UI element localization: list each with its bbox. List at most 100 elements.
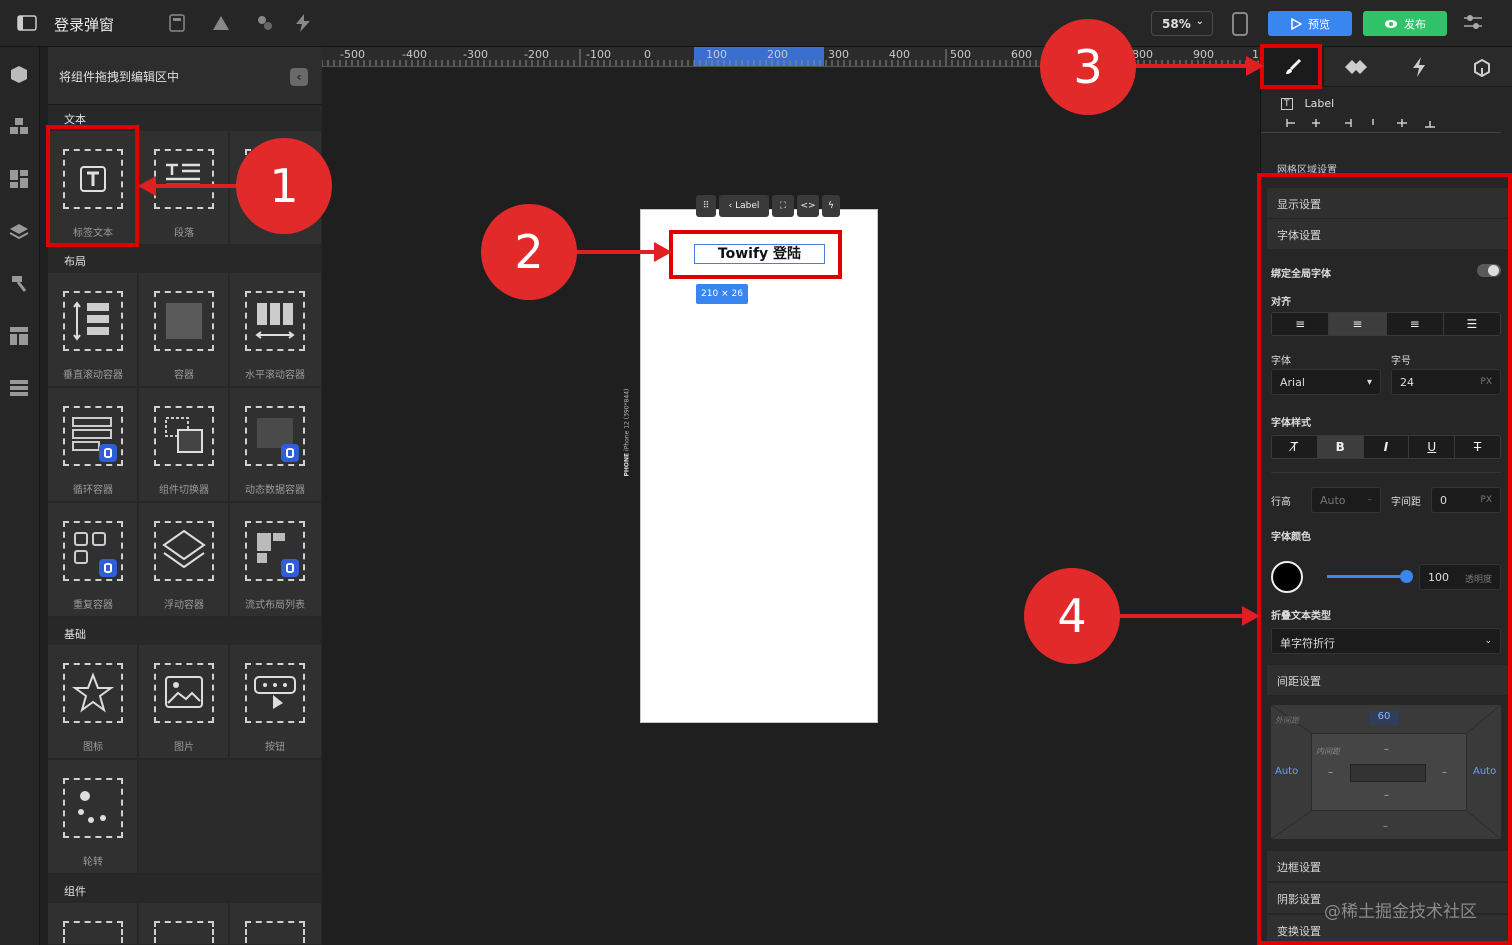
phone-frame[interactable] — [640, 209, 878, 723]
tile-label: 动态数据容器 — [245, 485, 305, 496]
selection-size-badge: 210 × 26 — [696, 284, 748, 304]
tile-carousel[interactable]: 轮转 — [48, 760, 138, 874]
ruler-tick-label: -300 — [463, 48, 488, 61]
paragraph-icon — [154, 149, 214, 209]
tile-horizontal-scroll[interactable]: 水平滚动容器 — [230, 273, 322, 387]
annotation-2: 2 — [481, 204, 577, 300]
code-icon[interactable]: <> — [797, 195, 819, 217]
diamond-icon — [1344, 60, 1367, 74]
layout-align-row[interactable] — [1261, 115, 1512, 133]
drag-handle-icon[interactable]: ⠿ — [696, 195, 716, 217]
calculator-icon[interactable] — [166, 12, 188, 34]
tile-label: 重复容器 — [73, 600, 113, 611]
arrowhead-3-icon — [1246, 56, 1264, 76]
timer-icon — [154, 921, 214, 945]
ruler-tick-label: 600 — [1011, 48, 1032, 61]
lightning-icon[interactable]: ϟ — [822, 195, 840, 217]
label-select-button[interactable]: ‹ Label — [719, 195, 769, 217]
tile-component-b[interactable] — [139, 903, 229, 945]
tile-floating-container[interactable]: 浮动容器 — [139, 503, 229, 617]
chevron-down-icon: ⌄ — [1195, 16, 1204, 27]
cube-icon[interactable] — [9, 64, 29, 84]
preview-button[interactable]: 预览 — [1268, 11, 1352, 36]
ruler-tick-label: 500 — [950, 48, 971, 61]
phone-model: iPhone 12 (390*844) — [623, 388, 631, 451]
dashboard-icon[interactable] — [9, 169, 29, 189]
container-icon — [154, 291, 214, 351]
tile-button[interactable]: 按钮 — [230, 645, 322, 759]
panel-header: 将组件拖拽到编辑区中 ‹ — [48, 47, 322, 105]
image-icon — [154, 663, 214, 723]
database-icon — [99, 444, 117, 462]
app-title: 登录弹窗 — [54, 16, 115, 34]
plugin-icon[interactable] — [254, 12, 276, 34]
list-icon[interactable] — [9, 378, 29, 398]
sidebar-toggle-icon[interactable] — [16, 12, 38, 34]
ruler-tick-label: 200 — [767, 48, 788, 61]
annotation-1: 1 — [236, 138, 332, 234]
tile-component-a[interactable] — [48, 903, 138, 945]
text-t-icon: T — [1281, 97, 1293, 110]
ruler-tick-label: -100 — [586, 48, 611, 61]
label-toolbar-text: Label — [735, 201, 760, 211]
tile-label: 按钮 — [265, 742, 285, 753]
tile-repeat-container[interactable]: 重复容器 — [48, 503, 138, 617]
tile-label: 图片 — [174, 742, 194, 753]
tile-label: 循环容器 — [73, 485, 113, 496]
database-icon — [281, 444, 299, 462]
tab-component[interactable] — [1324, 47, 1387, 87]
tile-vertical-scroll[interactable]: 垂直滚动容器 — [48, 273, 138, 387]
tile-label: 段落 — [174, 228, 194, 239]
tile-empty — [139, 760, 322, 874]
phone-side-label: PHONE iPhone 12 (390*844) — [624, 389, 631, 477]
tile-component-c[interactable] — [230, 903, 322, 945]
tile-icon[interactable]: 图标 — [48, 645, 138, 759]
hammer-icon[interactable] — [9, 273, 29, 293]
label-toolbar: ⠿ ‹ Label ⛶ <> ϟ — [696, 195, 840, 219]
highlight-box-4 — [1257, 173, 1512, 945]
eye-icon — [1385, 19, 1397, 28]
lightning-icon[interactable] — [292, 12, 314, 34]
sliders-icon[interactable] — [1462, 12, 1484, 36]
arrowhead-4-icon — [1242, 606, 1260, 626]
tile-flow-layout-list[interactable]: 流式布局列表 — [230, 503, 322, 617]
arrow-2 — [572, 250, 658, 254]
selected-component: T Label — [1281, 97, 1334, 110]
tile-label: 浮动容器 — [164, 600, 204, 611]
collapse-chevron-icon[interactable]: ‹ — [290, 68, 308, 86]
component-name: Label — [1304, 97, 1335, 110]
ruler-tick-label: 0 — [644, 48, 651, 61]
drive-icon[interactable] — [210, 12, 232, 34]
fullscreen-icon[interactable]: ⛶ — [772, 195, 794, 217]
publish-button[interactable]: 发布 — [1363, 11, 1447, 36]
arrow-1 — [150, 184, 242, 188]
ruler-tick-label: 900 — [1193, 48, 1214, 61]
tab-events[interactable] — [1387, 47, 1450, 87]
tile-label: 图标 — [83, 742, 103, 753]
cubes-icon[interactable] — [9, 116, 29, 136]
template-icon[interactable] — [9, 326, 29, 346]
star-icon — [63, 663, 123, 723]
tile-label: 容器 — [174, 370, 194, 381]
category-layout: 布局 — [64, 255, 86, 268]
phone-device-icon[interactable] — [1232, 12, 1248, 36]
annotation-4: 4 — [1024, 568, 1120, 664]
tile-image[interactable]: 图片 — [139, 645, 229, 759]
icon-rail — [0, 47, 40, 945]
zoom-select[interactable]: 58% ⌄ — [1151, 11, 1213, 36]
tile-component-switcher[interactable]: 组件切换器 — [139, 388, 229, 502]
arrowhead-2-icon — [654, 242, 672, 262]
arrowhead-1-icon — [138, 176, 156, 196]
tile-dynamic-data[interactable]: 动态数据容器 — [230, 388, 322, 502]
component-a-icon — [63, 921, 123, 945]
floating-container-icon — [154, 521, 214, 581]
ruler-tick-label: 100 — [706, 48, 727, 61]
category-basic: 基础 — [64, 628, 86, 641]
tile-loop-container[interactable]: 循环容器 — [48, 388, 138, 502]
tab-animation[interactable] — [1450, 47, 1512, 87]
tile-container[interactable]: 容器 — [139, 273, 229, 387]
highlight-box-3 — [1260, 44, 1322, 89]
arrow-3 — [1132, 64, 1250, 68]
layers-icon[interactable] — [9, 221, 29, 241]
ruler-tick-label: 400 — [889, 48, 910, 61]
